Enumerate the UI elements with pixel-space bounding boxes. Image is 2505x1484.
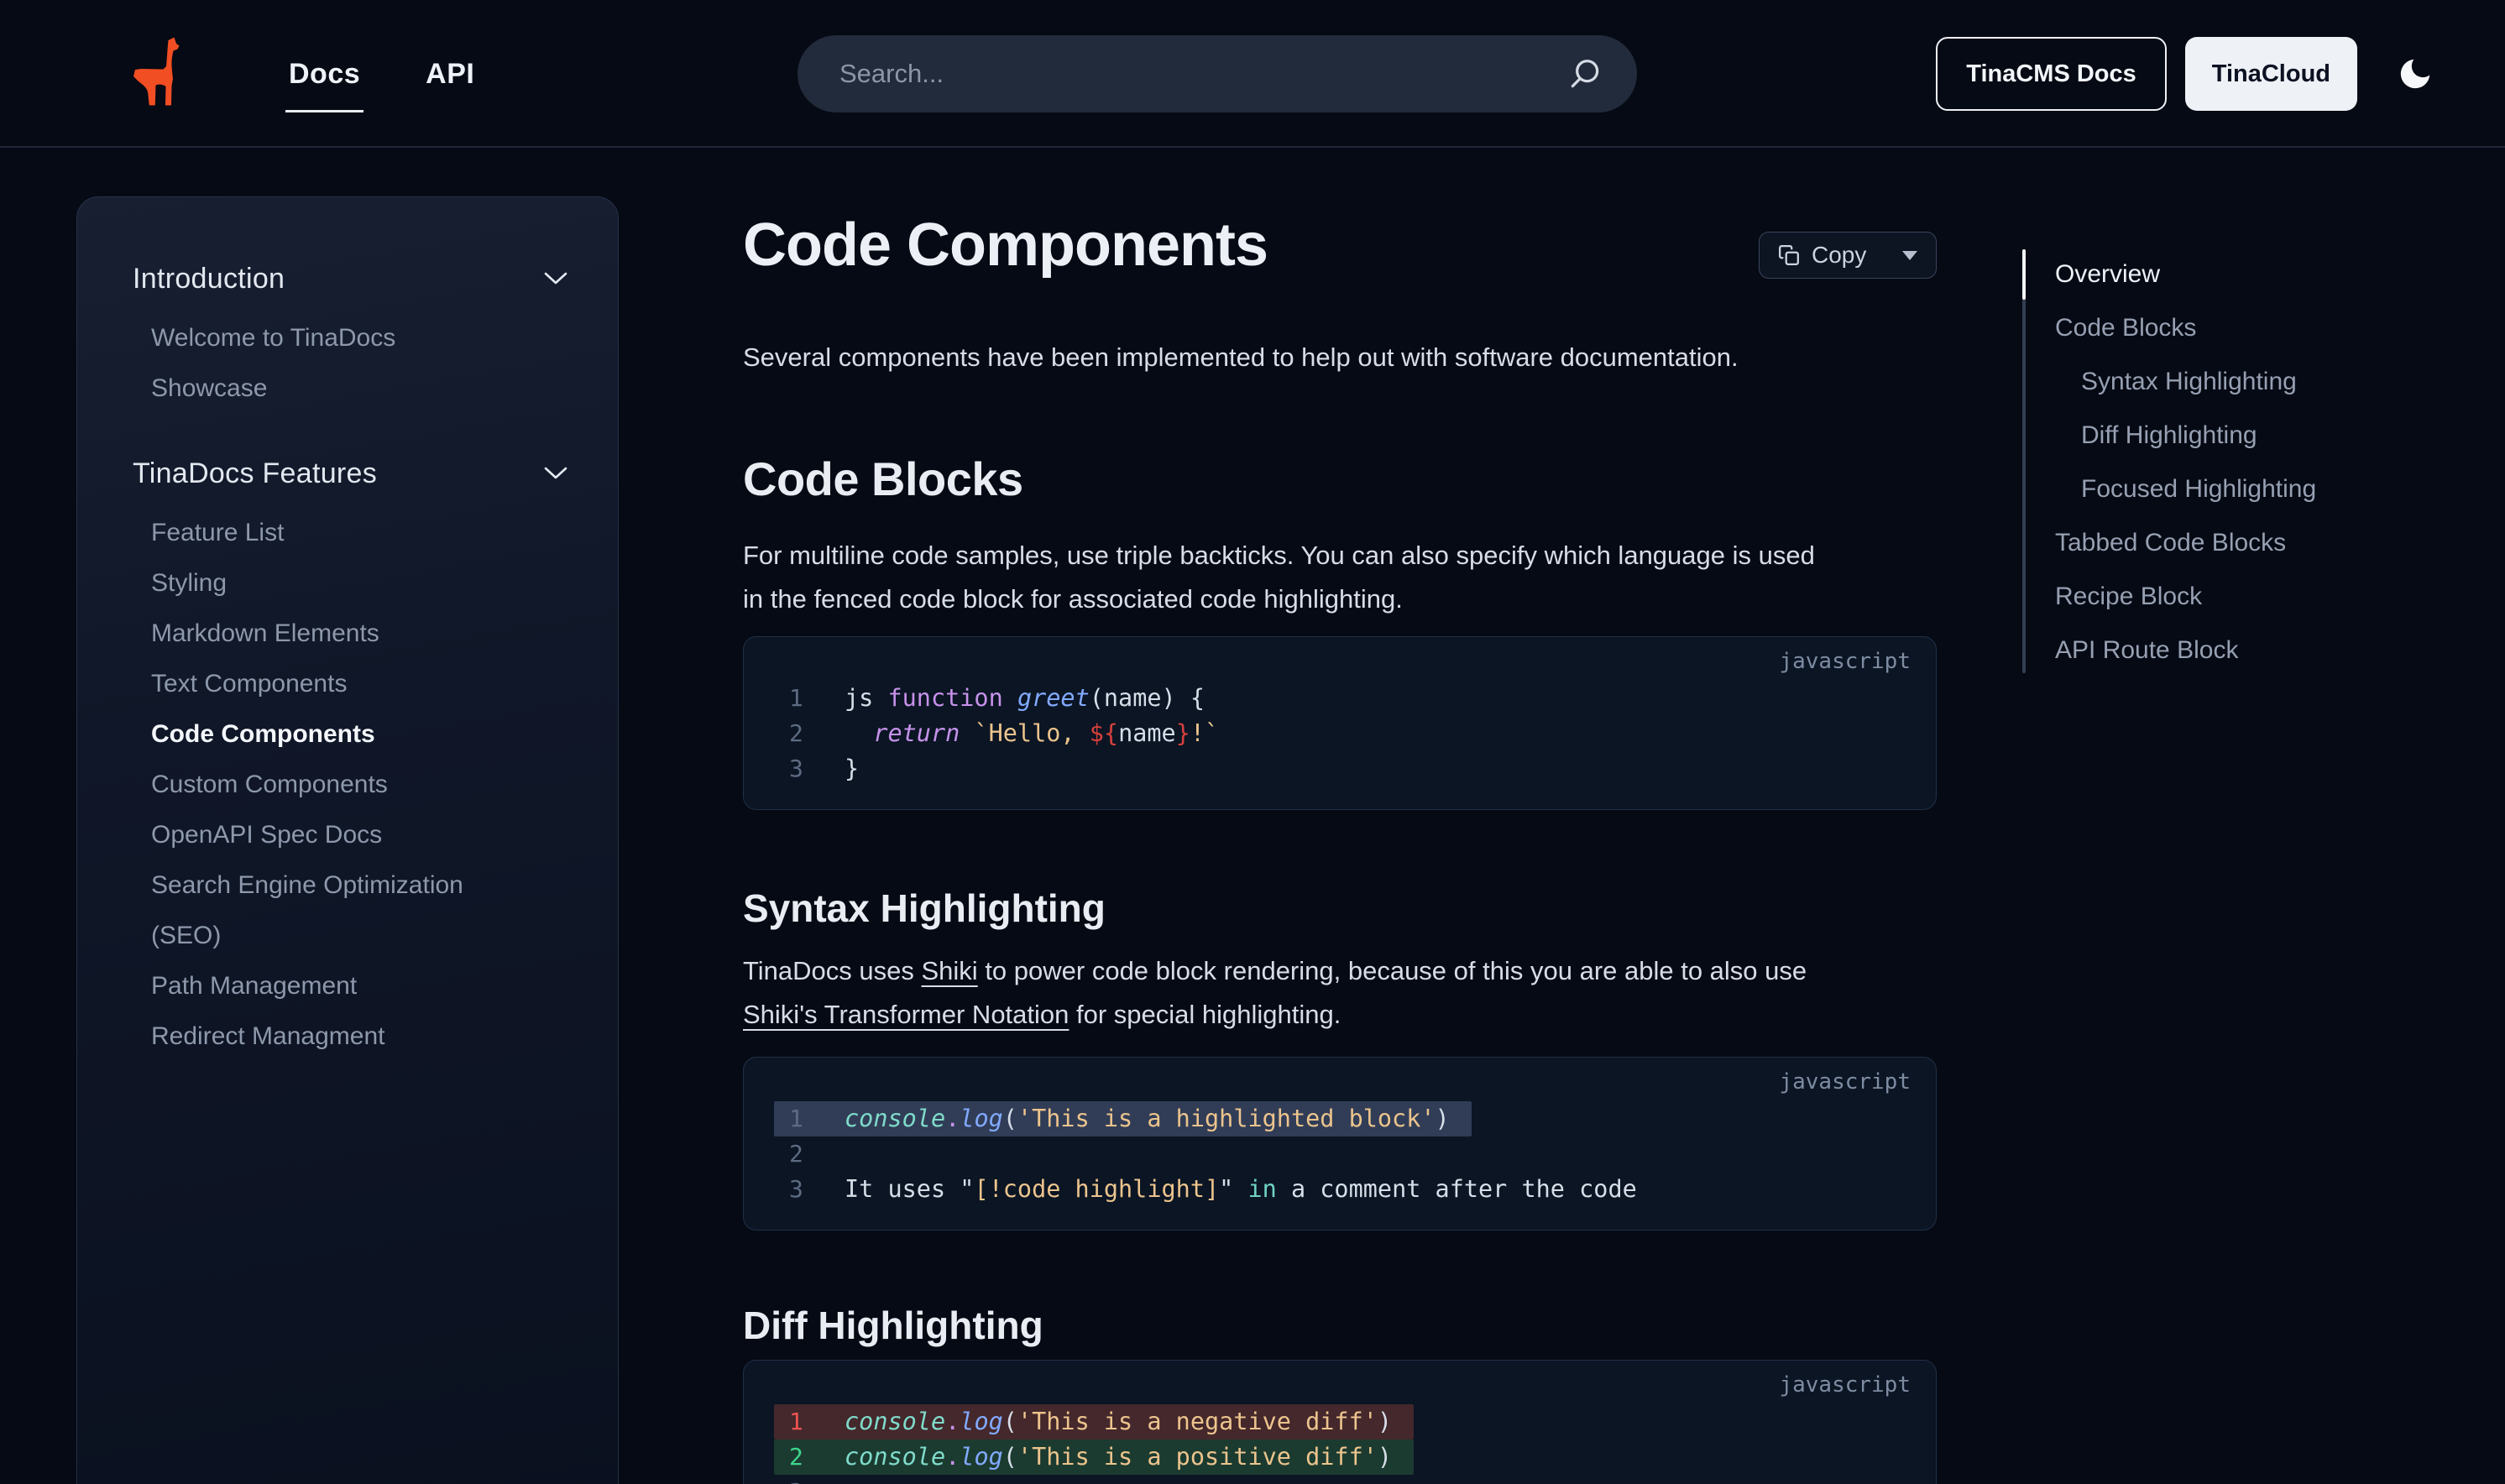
- toc-item-syntax-highlighting[interactable]: Syntax Highlighting: [2055, 355, 2492, 409]
- toc-item-diff-highlighting[interactable]: Diff Highlighting: [2055, 409, 2492, 462]
- tinacloud-button[interactable]: TinaCloud: [2185, 37, 2357, 111]
- sidebar-item-list: Welcome to TinaDocsShowcase: [133, 313, 567, 414]
- sidebar-item-showcase[interactable]: Showcase: [133, 363, 527, 414]
- code-line: 1 console.log('This is a negative diff'): [789, 1404, 1911, 1440]
- shiki-transformer-notation-link[interactable]: Shiki's Transformer Notation: [743, 1000, 1069, 1029]
- tinacms-docs-button[interactable]: TinaCMS Docs: [1936, 37, 2167, 111]
- code-block: javascript 1js function greet(name) {2 r…: [743, 636, 1937, 810]
- shiki-link[interactable]: Shiki: [922, 956, 978, 985]
- text: for special highlighting.: [1069, 1000, 1341, 1029]
- chevron-down-icon[interactable]: [1902, 251, 1917, 260]
- code-line: 2 console.log('This is a positive diff'): [789, 1440, 1911, 1475]
- search-bar[interactable]: [798, 35, 1637, 112]
- copy-button[interactable]: Copy: [1759, 232, 1937, 279]
- code-line: 2 return `Hello, ${name}!`: [789, 716, 1911, 751]
- code-line: 3}: [789, 751, 1911, 786]
- code-line: 2: [789, 1137, 1911, 1172]
- sidebar-item-markdown-elements[interactable]: Markdown Elements: [133, 609, 527, 659]
- nav-actions: TinaCMS Docs TinaCloud: [1936, 0, 2434, 148]
- sidebar-item-list: Feature ListStylingMarkdown ElementsText…: [133, 508, 567, 1062]
- search-icon: [1568, 57, 1602, 91]
- toc-item-overview[interactable]: Overview: [2055, 248, 2492, 301]
- sidebar-item-redirect-managment[interactable]: Redirect Managment: [133, 1011, 527, 1062]
- text: TinaDocs uses: [743, 956, 922, 985]
- sidebar-item-text-components[interactable]: Text Components: [133, 659, 527, 709]
- code-text: js function greet(name) {: [845, 681, 1205, 716]
- paragraph-line: in the fenced code block for associated …: [743, 577, 1937, 621]
- line-number: 3: [789, 751, 814, 786]
- code-block: javascript 1 console.log('This is a highl…: [743, 1057, 1937, 1231]
- code-language-label: javascript: [789, 1069, 1911, 1095]
- code-text: }: [845, 751, 859, 786]
- code-line: 3: [789, 1475, 1911, 1484]
- search-input[interactable]: [839, 59, 1568, 89]
- code-line: 3 It uses "[!code highlight]" in a commen…: [789, 1172, 1911, 1207]
- line-number: 3: [789, 1172, 814, 1207]
- sidebar-section-header-tinadocs-features[interactable]: TinaDocs Features: [133, 452, 567, 494]
- primary-nav: Docs API: [289, 0, 474, 148]
- sidebar-section: TinaDocs Features Feature ListStylingMark…: [133, 452, 567, 1062]
- line-number: 2: [789, 1137, 814, 1172]
- table-of-contents: OverviewCode BlocksSyntax HighlightingDi…: [2022, 248, 2492, 677]
- sidebar-section: Introduction Welcome to TinaDocsShowcase: [133, 258, 567, 414]
- code-blocks-paragraph: For multiline code samples, use triple b…: [743, 534, 1937, 621]
- toc-item-focused-highlighting[interactable]: Focused Highlighting: [2055, 462, 2492, 516]
- nav-link-api[interactable]: API: [426, 58, 474, 91]
- sidebar-section-header-introduction[interactable]: Introduction: [133, 258, 567, 300]
- toc-item-recipe-block[interactable]: Recipe Block: [2055, 570, 2492, 624]
- dark-mode-toggle-moon-icon[interactable]: [2396, 55, 2434, 93]
- sidebar-item-custom-components[interactable]: Custom Components: [133, 760, 527, 810]
- paragraph-line: Shiki's Transformer Notation for special…: [743, 993, 1937, 1037]
- copy-button-label: Copy: [1812, 242, 1866, 269]
- nav-link-docs[interactable]: Docs: [289, 58, 360, 91]
- line-number: 1: [789, 1404, 814, 1440]
- line-number: 2: [789, 716, 814, 751]
- sidebar-section-title: Introduction: [133, 263, 285, 295]
- text: to power code block rendering, because o…: [978, 956, 1807, 985]
- code-text: It uses "[!code highlight]" in a comment…: [845, 1172, 1637, 1207]
- code-line: 1 js function greet(name) {: [789, 681, 1911, 716]
- llama-logo-icon[interactable]: [133, 37, 183, 107]
- line-number: 1: [789, 1101, 814, 1137]
- sidebar-item-openapi-spec-docs[interactable]: OpenAPI Spec Docs: [133, 810, 527, 860]
- page-title: Code Components: [743, 212, 1268, 279]
- toc-item-code-blocks[interactable]: Code Blocks: [2055, 301, 2492, 355]
- sidebar-item-styling[interactable]: Styling: [133, 558, 527, 609]
- toc-item-tabbed-code-blocks[interactable]: Tabbed Code Blocks: [2055, 516, 2492, 570]
- top-nav: Docs API TinaCMS Docs TinaCloud: [0, 0, 2505, 148]
- intro-paragraph: Several components have been implemented…: [743, 339, 1937, 376]
- sidebar-section-title: TinaDocs Features: [133, 457, 377, 490]
- copy-icon: [1778, 244, 1800, 266]
- code-language-label: javascript: [789, 1372, 1911, 1398]
- sidebar-item-search-engine-optimization-seo-[interactable]: Search Engine Optimization (SEO): [133, 860, 527, 961]
- chevron-down-icon: [544, 272, 567, 285]
- sidebar-item-path-management[interactable]: Path Management: [133, 961, 527, 1011]
- line-number: 3: [789, 1475, 814, 1484]
- code-language-label: javascript: [789, 649, 1911, 674]
- sidebar-item-code-components[interactable]: Code Components: [133, 709, 527, 760]
- paragraph-line: TinaDocs uses Shiki to power code block …: [743, 949, 1937, 993]
- chevron-down-icon: [544, 467, 567, 480]
- sidebar-nav: Introduction Welcome to TinaDocsShowcase T…: [76, 196, 619, 1484]
- paragraph-line: For multiline code samples, use triple b…: [743, 534, 1937, 577]
- toc-item-api-route-block[interactable]: API Route Block: [2055, 624, 2492, 677]
- main-content: Code Components Copy Several components …: [743, 212, 1937, 1484]
- code-text: console.log('This is a positive diff'): [845, 1440, 1392, 1475]
- line-number: 2: [789, 1440, 814, 1475]
- code-block: javascript 1 console.log('This is a negat…: [743, 1360, 1937, 1484]
- code-text: console.log('This is a highlighted block…: [845, 1101, 1450, 1137]
- code-line: 1 console.log('This is a highlighted bloc…: [789, 1101, 1911, 1137]
- toc-rule: [2022, 249, 2026, 673]
- line-number: 1: [789, 681, 814, 716]
- code-text: return `Hello, ${name}!`: [845, 716, 1219, 751]
- toc-active-indicator: [2022, 249, 2026, 300]
- sidebar-item-feature-list[interactable]: Feature List: [133, 508, 527, 558]
- syntax-paragraph: TinaDocs uses Shiki to power code block …: [743, 949, 1937, 1037]
- sidebar-item-welcome-to-tinadocs[interactable]: Welcome to TinaDocs: [133, 313, 527, 363]
- diff-highlighting-heading: Diff Highlighting: [743, 1304, 1937, 1346]
- code-blocks-heading: Code Blocks: [743, 453, 1937, 505]
- code-text: console.log('This is a negative diff'): [845, 1404, 1392, 1440]
- syntax-highlighting-heading: Syntax Highlighting: [743, 887, 1937, 929]
